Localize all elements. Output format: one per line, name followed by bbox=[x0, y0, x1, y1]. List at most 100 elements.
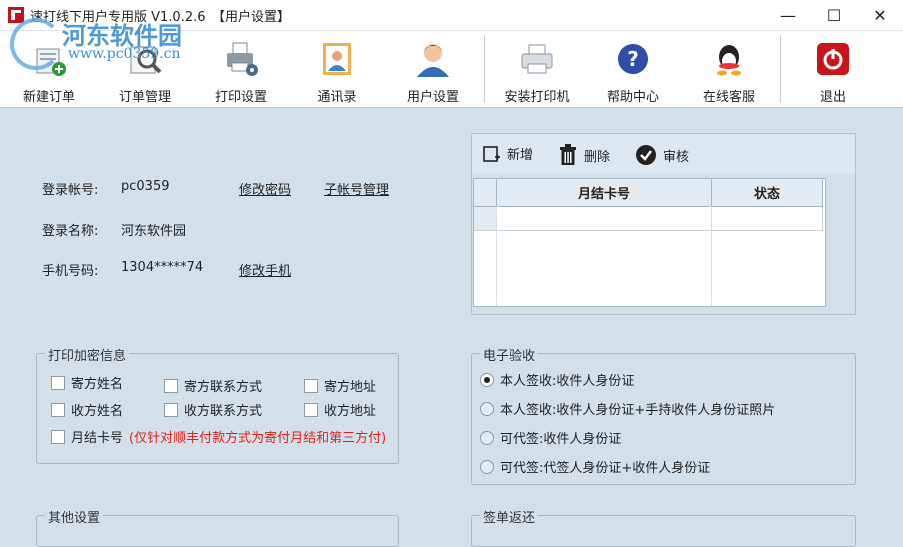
toolbar-label: 用户设置 bbox=[406, 90, 459, 105]
trash-icon bbox=[560, 144, 576, 165]
row-header-corner bbox=[474, 179, 497, 207]
order-search-icon bbox=[130, 46, 162, 74]
column-header-status[interactable]: 状态 bbox=[712, 179, 823, 207]
app-logo-icon bbox=[8, 7, 24, 23]
checkbox-receiver-name[interactable]: 收方姓名 bbox=[51, 400, 123, 419]
print-privacy-group: 打印加密信息 寄方姓名 寄方联系方式 寄方地址 收方姓名 收方联系方式 收方地址… bbox=[36, 345, 399, 464]
checkbox-box[interactable] bbox=[164, 402, 178, 417]
monthly-note: (仅针对顺丰付款方式为寄付月结和第三方付) bbox=[129, 431, 387, 446]
checkbox-monthly-card[interactable]: 月结卡号 (仅针对顺丰付款方式为寄付月结和第三方付) bbox=[51, 427, 386, 446]
row-header[interactable] bbox=[474, 207, 497, 231]
radio-label: 本人签收:收件人身份证 bbox=[500, 374, 635, 389]
toolbar-separator bbox=[484, 35, 485, 103]
toolbar-label: 在线客服 bbox=[702, 90, 755, 105]
toolbar-contacts[interactable]: 通讯录 bbox=[289, 31, 385, 107]
toolbar-help-center[interactable]: ? 帮助中心 bbox=[585, 31, 681, 107]
column-header-card[interactable]: 月结卡号 bbox=[497, 179, 712, 207]
checkbox-label: 月结卡号 bbox=[71, 431, 124, 446]
change-password-link[interactable]: 修改密码 bbox=[239, 179, 291, 198]
toolbar-new-order[interactable]: 新建订单 bbox=[1, 31, 97, 107]
checkbox-label: 寄方地址 bbox=[324, 380, 377, 395]
radio-self-id[interactable]: 本人签收:收件人身份证 bbox=[480, 370, 634, 389]
grid-line bbox=[496, 206, 497, 306]
delete-button[interactable]: 删除 bbox=[558, 144, 610, 166]
maximize-button[interactable]: ☐ bbox=[811, 0, 857, 30]
toolbar-order-management[interactable]: 订单管理 bbox=[97, 31, 193, 107]
monthly-card-panel: 新增 删除 审核 月结卡号 状态 bbox=[471, 133, 856, 315]
radio-dot[interactable] bbox=[480, 372, 494, 387]
table-cell[interactable] bbox=[712, 207, 823, 231]
change-phone-link[interactable]: 修改手机 bbox=[239, 260, 291, 279]
minimize-button[interactable]: — bbox=[765, 0, 811, 30]
review-label: 审核 bbox=[663, 149, 690, 165]
other-settings-group: 其他设置 bbox=[36, 507, 399, 547]
sub-accounts-link[interactable]: 子帐号管理 bbox=[324, 179, 389, 198]
login-account-value: pc0359 bbox=[121, 179, 170, 194]
toolbar-exit[interactable]: 退出 bbox=[785, 31, 881, 107]
grid-toolbar: 新增 删除 审核 bbox=[472, 134, 855, 174]
user-icon bbox=[417, 44, 449, 77]
checkbox-label: 寄方联系方式 bbox=[184, 380, 263, 395]
add-icon bbox=[483, 145, 500, 162]
radio-dot[interactable] bbox=[480, 459, 494, 474]
title-bar: 速打线下用户专用版 V1.0.2.6 【用户设置】 — ☐ ✕ bbox=[0, 0, 903, 31]
phone-label: 手机号码: bbox=[42, 264, 99, 279]
toolbar-print-settings[interactable]: 打印设置 bbox=[193, 31, 289, 107]
toolbar-separator bbox=[780, 35, 781, 103]
checkbox-box[interactable] bbox=[304, 402, 318, 417]
toolbar-online-service[interactable]: 在线客服 bbox=[681, 31, 777, 107]
checkbox-receiver-contact[interactable]: 收方联系方式 bbox=[164, 400, 262, 419]
checkbox-box[interactable] bbox=[51, 429, 65, 444]
toolbar-install-printer[interactable]: 安装打印机 bbox=[489, 31, 585, 107]
contacts-icon bbox=[323, 43, 351, 75]
toolbar-label: 打印设置 bbox=[214, 90, 267, 105]
checkbox-label: 收方姓名 bbox=[71, 404, 124, 419]
new-order-icon bbox=[36, 48, 66, 76]
phone-value: 1304*****74 bbox=[121, 260, 204, 275]
radio-label: 可代签:代签人身份证+收件人身份证 bbox=[500, 461, 711, 476]
monthly-card-table[interactable]: 月结卡号 状态 bbox=[473, 178, 826, 307]
radio-dot[interactable] bbox=[480, 430, 494, 445]
checkbox-sender-contact[interactable]: 寄方联系方式 bbox=[164, 376, 262, 395]
toolbar-label: 退出 bbox=[819, 90, 846, 105]
check-circle-icon bbox=[636, 145, 656, 165]
help-icon: ? bbox=[618, 44, 648, 74]
printer-icon bbox=[521, 44, 553, 74]
print-settings-icon bbox=[227, 42, 258, 76]
qq-icon bbox=[717, 45, 741, 76]
radio-label: 本人签收:收件人身份证+手持收件人身份证照片 bbox=[500, 403, 776, 418]
login-name-label: 登录名称: bbox=[42, 224, 99, 239]
window-subtitle: 【用户设置】 bbox=[212, 10, 291, 25]
radio-proxy-both-id[interactable]: 可代签:代签人身份证+收件人身份证 bbox=[480, 457, 710, 476]
review-button[interactable]: 审核 bbox=[635, 144, 689, 166]
toolbar-label: 订单管理 bbox=[118, 90, 171, 105]
checkbox-sender-name[interactable]: 寄方姓名 bbox=[51, 373, 123, 392]
add-button[interactable]: 新增 bbox=[483, 144, 533, 163]
group-title: 签单返还 bbox=[480, 507, 539, 526]
main-toolbar: 新建订单 订单管理 打印设置 通讯录 用户设置 安装打印机 ? 帮助中心 在线客… bbox=[0, 31, 903, 108]
login-account-label: 登录帐号: bbox=[42, 183, 99, 198]
checkbox-box[interactable] bbox=[304, 378, 318, 393]
toolbar-label: 新建订单 bbox=[22, 90, 75, 105]
checkbox-receiver-address[interactable]: 收方地址 bbox=[304, 400, 376, 419]
login-name-value: 河东软件园 bbox=[121, 224, 187, 239]
checkbox-label: 收方地址 bbox=[324, 404, 377, 419]
table-cell[interactable] bbox=[497, 207, 712, 231]
delete-label: 删除 bbox=[584, 149, 611, 165]
radio-proxy-id[interactable]: 可代签:收件人身份证 bbox=[480, 428, 621, 447]
checkbox-box[interactable] bbox=[51, 402, 65, 417]
power-icon bbox=[817, 43, 849, 75]
svg-text:?: ? bbox=[627, 47, 639, 71]
close-button[interactable]: ✕ bbox=[857, 0, 903, 30]
toolbar-user-settings[interactable]: 用户设置 bbox=[385, 31, 481, 107]
toolbar-label: 帮助中心 bbox=[606, 90, 659, 105]
checkbox-box[interactable] bbox=[164, 378, 178, 393]
radio-label: 可代签:收件人身份证 bbox=[500, 432, 622, 447]
checkbox-box[interactable] bbox=[51, 375, 65, 390]
radio-dot[interactable] bbox=[480, 401, 494, 416]
toolbar-label: 通讯录 bbox=[317, 90, 357, 105]
e-sign-group: 电子验收 本人签收:收件人身份证 本人签收:收件人身份证+手持收件人身份证照片 … bbox=[471, 345, 856, 485]
radio-self-id-photo[interactable]: 本人签收:收件人身份证+手持收件人身份证照片 bbox=[480, 399, 775, 418]
group-title: 其他设置 bbox=[45, 507, 104, 526]
checkbox-sender-address[interactable]: 寄方地址 bbox=[304, 376, 376, 395]
